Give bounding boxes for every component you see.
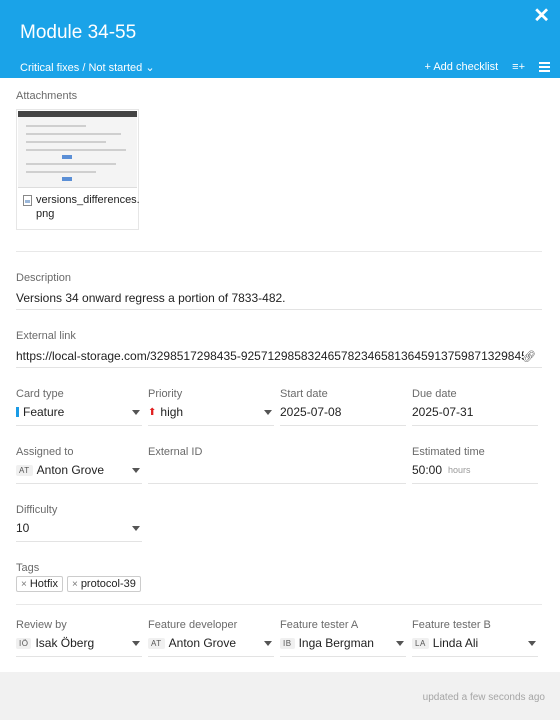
- chevron-down-icon[interactable]: [132, 641, 140, 646]
- avatar: AT: [16, 464, 33, 476]
- tags-label: Tags: [16, 562, 40, 574]
- remove-tag-icon[interactable]: ×: [72, 579, 78, 590]
- attachment-tile[interactable]: versions_differences. png: [16, 109, 140, 230]
- close-icon[interactable]: ✕: [533, 6, 550, 26]
- attachment-filename[interactable]: versions_differences. png: [23, 193, 140, 221]
- tag-chip[interactable]: × Hotfix: [16, 576, 63, 592]
- divider: [16, 604, 542, 605]
- chevron-down-icon[interactable]: [528, 641, 536, 646]
- checklist-options-icon[interactable]: ≡+: [512, 61, 525, 73]
- avatar: LA: [412, 637, 429, 649]
- header-actions: + Add checklist ≡+: [424, 60, 550, 74]
- chevron-down-icon[interactable]: [264, 641, 272, 646]
- attachment-thumbnail[interactable]: [18, 111, 137, 188]
- description-label: Description: [16, 272, 72, 284]
- chevron-down-icon[interactable]: [264, 410, 272, 415]
- image-file-icon: [23, 195, 32, 206]
- add-checklist-button[interactable]: + Add checklist: [424, 61, 498, 73]
- card-header: Module 34-55 ✕ Critical fixes / Not star…: [0, 0, 560, 78]
- avatar: AT: [148, 637, 165, 649]
- avatar: IB: [280, 637, 295, 649]
- priority-up-arrow-icon: ⬆: [148, 406, 157, 418]
- status-dropdown[interactable]: Critical fixes / Not started ⌄: [20, 61, 155, 74]
- chevron-down-icon[interactable]: [396, 641, 404, 646]
- menu-icon[interactable]: [539, 60, 550, 74]
- avatar: IÖ: [16, 637, 32, 649]
- description-text[interactable]: Versions 34 onward regress a portion of …: [16, 291, 286, 305]
- chevron-down-icon[interactable]: [132, 526, 140, 531]
- chevron-down-icon[interactable]: [132, 410, 140, 415]
- updated-timestamp: updated a few seconds ago: [422, 692, 545, 703]
- link-icon[interactable]: 🔗︎: [522, 350, 536, 363]
- remove-tag-icon[interactable]: ×: [21, 579, 27, 590]
- feature-color-marker: [16, 407, 19, 417]
- divider: [16, 251, 542, 252]
- tags-list: × Hotfix × protocol-39: [16, 576, 141, 592]
- tag-chip[interactable]: × protocol-39: [66, 576, 141, 592]
- card-title[interactable]: Module 34-55: [20, 22, 136, 44]
- card-footer: updated a few seconds ago: [0, 672, 560, 720]
- attachments-label: Attachments: [16, 90, 78, 102]
- external-link-label: External link: [16, 330, 76, 342]
- external-link-url[interactable]: https://local-storage.com/3298517298435-…: [16, 349, 524, 363]
- chevron-down-icon[interactable]: [132, 468, 140, 473]
